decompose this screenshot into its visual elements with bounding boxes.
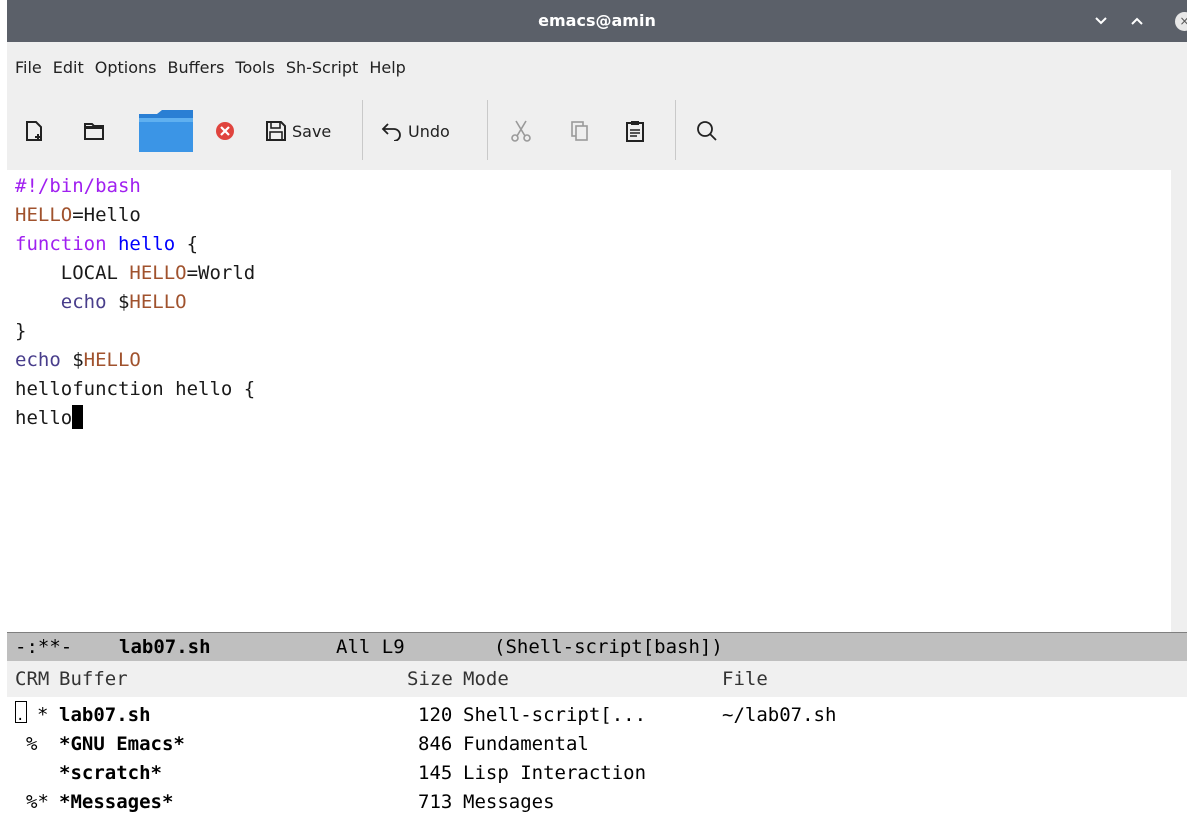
code-line: HELLO=Hello <box>15 204 141 226</box>
buffer-name: *GNU Emacs* <box>59 733 185 755</box>
buffer-file: ~/lab07.sh <box>722 704 837 726</box>
buffer-row[interactable]: % *GNU Emacs* 846 Fundamental <box>7 730 1187 759</box>
minimize-button[interactable] <box>1086 0 1116 42</box>
menu-options[interactable]: Options <box>95 58 157 77</box>
save-button[interactable]: Save <box>265 92 351 170</box>
modified-flag: % <box>26 733 38 755</box>
code-line: } <box>15 320 27 342</box>
header-crm: CRM <box>15 668 50 690</box>
toolbar-separator <box>675 100 676 160</box>
code-line: echo $HELLO <box>60 291 187 313</box>
header-file: File <box>722 668 768 690</box>
undo-icon <box>381 123 401 141</box>
buffer-size: 120 <box>418 704 453 726</box>
buffer-row[interactable]: . * lab07.sh 120 Shell-script[... ~/lab0… <box>7 701 1187 730</box>
buffer-mode: Fundamental <box>463 733 589 755</box>
open-directory-button[interactable] <box>79 92 109 170</box>
maximize-button[interactable] <box>1122 0 1152 42</box>
header-buffer: Buffer <box>59 668 128 690</box>
copy-button[interactable] <box>566 92 594 170</box>
buffer-size: 846 <box>418 733 453 755</box>
close-icon: × <box>1179 14 1187 28</box>
variable-name: HELLO <box>129 262 187 284</box>
buffer-list-header: CRM Buffer Size Mode File <box>7 661 1187 697</box>
variable-name: HELLO <box>129 291 187 313</box>
modeline-status: -:**- <box>15 636 73 658</box>
variable-name: HELLO <box>15 204 73 226</box>
vertical-scrollbar[interactable] <box>1171 170 1187 632</box>
close-button[interactable]: × <box>1175 12 1187 31</box>
close-circle-icon <box>216 122 234 140</box>
buffer-name: *Messages* <box>59 791 174 813</box>
toolbar-separator <box>487 100 488 160</box>
chevron-down-icon <box>1095 17 1107 25</box>
toolbar-separator <box>362 100 363 160</box>
chevron-up-icon <box>1131 17 1143 25</box>
builtin: echo <box>15 349 61 371</box>
buffer-mode: Messages <box>463 791 555 813</box>
keyword: function <box>15 233 107 255</box>
search-icon <box>697 121 717 141</box>
buffer-list: CRM Buffer Size Mode File . * lab07.sh 1… <box>7 661 1187 813</box>
menu-help[interactable]: Help <box>369 58 405 77</box>
modeline-position: All L9 <box>336 636 405 658</box>
menu-file[interactable]: File <box>15 58 42 77</box>
variable-name: HELLO <box>83 349 141 371</box>
menu-edit[interactable]: Edit <box>53 58 84 77</box>
buffer-mode: Lisp Interaction <box>463 762 647 784</box>
menu-tools[interactable]: Tools <box>235 58 274 77</box>
undo-button[interactable]: Undo <box>381 92 477 170</box>
shebang: #!/bin/bash <box>15 175 141 197</box>
buffer-mode: Shell-script[... <box>463 704 647 726</box>
modeline-buffer-name[interactable]: lab07.sh <box>119 633 211 662</box>
modeline-major-mode[interactable]: (Shell-script[bash]) <box>494 633 723 662</box>
copy-icon <box>571 121 588 141</box>
modified-flag: %* <box>26 791 49 813</box>
undo-label: Undo <box>408 121 450 141</box>
editor-buffer[interactable]: #!/bin/bash HELLO=Hello function hello {… <box>7 170 1171 632</box>
buffer-size: 713 <box>418 791 453 813</box>
builtin: echo <box>60 291 107 313</box>
save-icon <box>266 121 286 141</box>
title-bar: emacs@amin × <box>7 0 1187 42</box>
window-title: emacs@amin <box>538 11 656 30</box>
code-line: #!/bin/bash <box>15 172 141 201</box>
code-line: echo $HELLO <box>15 349 141 371</box>
code-line: function hello { <box>15 233 199 255</box>
new-file-button[interactable] <box>19 92 49 170</box>
mode-line: -:**- lab07.sh All L9 (Shell-script[bash… <box>7 632 1187 662</box>
new-file-icon <box>26 121 42 141</box>
function-name: hello <box>117 233 176 255</box>
menu-bar: File Edit Options Buffers Tools Sh-Scrip… <box>7 42 1187 92</box>
menu-buffers[interactable]: Buffers <box>168 58 225 77</box>
modified-flag: * <box>37 704 49 726</box>
dired-button[interactable] <box>135 92 197 170</box>
code-text: hello <box>15 407 73 429</box>
paste-icon <box>626 121 644 142</box>
search-button[interactable] <box>693 92 721 170</box>
text-cursor <box>72 405 84 429</box>
folder-icon <box>84 123 104 140</box>
cut-icon <box>511 120 531 142</box>
code-line: hellofunction hello { <box>15 378 256 400</box>
buffer-row[interactable]: %* *Messages* 713 Messages <box>7 788 1187 817</box>
menu-sh-script[interactable]: Sh-Script <box>286 58 358 77</box>
code-line: LOCAL HELLO=World <box>15 262 256 284</box>
buffer-row[interactable]: *scratch* 145 Lisp Interaction <box>7 759 1187 788</box>
save-label: Save <box>292 121 332 141</box>
code-line: hello <box>15 404 84 433</box>
cut-button[interactable] <box>507 92 535 170</box>
buffer-name: lab07.sh <box>59 704 151 726</box>
tool-bar: Save Undo <box>7 92 1187 170</box>
kill-buffer-button[interactable] <box>210 92 240 170</box>
paste-button[interactable] <box>621 92 649 170</box>
buffer-name: *scratch* <box>59 762 162 784</box>
header-mode: Mode <box>463 668 509 690</box>
blue-folder-icon <box>139 110 193 152</box>
header-size: Size <box>407 668 453 690</box>
buffer-size: 145 <box>418 762 453 784</box>
